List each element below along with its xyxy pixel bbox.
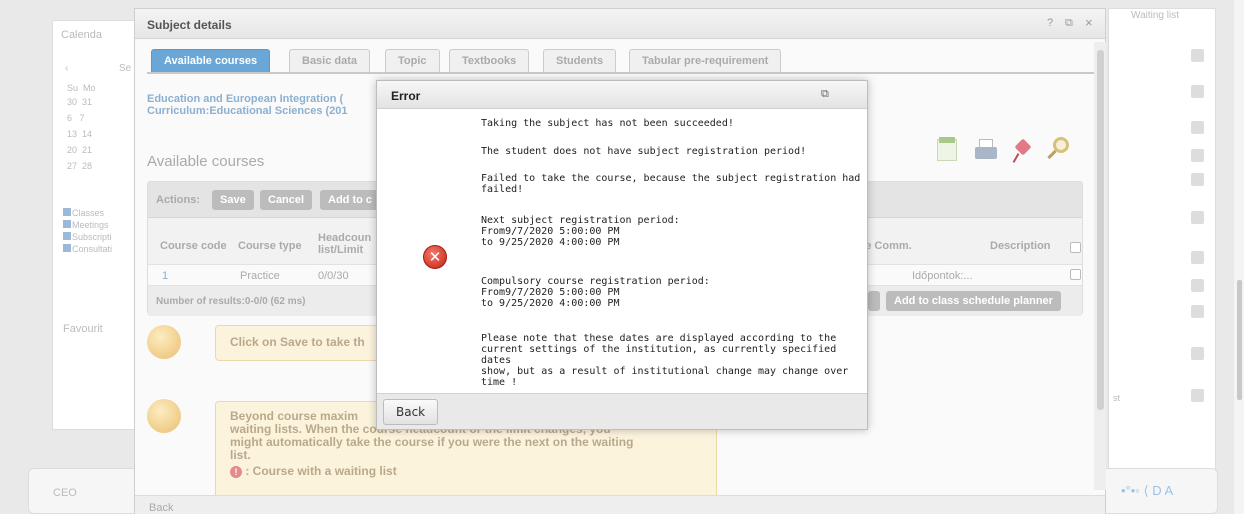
add-waiting-icon[interactable] (1191, 121, 1204, 134)
save-hint-text: Click on Save to take th (230, 335, 365, 349)
brand-logo-icon: •°•◦ ⟨ D A (1121, 483, 1174, 498)
calendar-title: Calenda (61, 29, 102, 41)
popout-icon[interactable]: ⧉ (1065, 17, 1073, 30)
calendar-prev-icon[interactable]: ‹ (65, 63, 68, 74)
calendar-weekdays: Su Mo (67, 83, 96, 93)
calendar-date-row: 6 7 (67, 113, 85, 123)
add-waiting-icon[interactable] (1191, 173, 1204, 186)
dialog-title: Subject details (147, 18, 232, 32)
subject-info: Education and European Integration ( Cur… (147, 93, 348, 117)
site-comm-cell: Időpontok:... (912, 270, 973, 282)
add-waiting-icon[interactable] (1191, 389, 1204, 402)
waiting-list-header: Waiting list (1131, 10, 1179, 21)
add-waiting-icon[interactable] (1191, 85, 1204, 98)
col-description[interactable]: Description (990, 240, 1051, 252)
print-icon[interactable] (973, 135, 999, 165)
filter-subscriptions[interactable]: Subscripti (63, 231, 112, 243)
dialog-footer: Back (135, 495, 1105, 514)
waiting-list-icon: ! (230, 466, 242, 478)
filter-meetings[interactable]: Meetings (63, 219, 112, 231)
calendar-month: Se (119, 63, 132, 74)
section-title: Available courses (147, 153, 265, 170)
hint-legend: ! : Course with a waiting list (230, 465, 702, 478)
page-scrollbar[interactable] (1234, 0, 1244, 514)
col-headcount[interactable]: Headcoun list/Limit (318, 232, 378, 256)
pin-icon[interactable] (1009, 135, 1035, 165)
course-code-link[interactable]: 1 (162, 270, 168, 282)
search-icon[interactable] (1045, 135, 1071, 165)
row-checkbox[interactable] (1070, 269, 1081, 280)
add-waiting-icon[interactable] (1191, 305, 1204, 318)
right-side-label: st (1113, 393, 1121, 403)
error-message: Failed to take the course, because the s… (481, 173, 861, 195)
course-type-cell: Practice (240, 270, 280, 282)
calendar-date-row: 27 28 (67, 161, 93, 171)
result-count: Number of results:0-0/0 (62 ms) (156, 296, 306, 307)
cancel-button[interactable]: Cancel (260, 190, 313, 210)
error-message: Please note that these dates are display… (481, 333, 849, 388)
actions-label: Actions: (156, 194, 200, 206)
tab-tabular-pre-requirement[interactable]: Tabular pre-requirement (629, 49, 782, 73)
subject-name: Education and European Integration ( (147, 93, 344, 105)
popout-icon[interactable]: ⧉ (821, 88, 829, 101)
calendar-date-row: 20 21 (67, 145, 93, 155)
filter-consultations[interactable]: Consultati (63, 243, 112, 255)
dialog-scrollbar-thumb[interactable] (1097, 50, 1104, 410)
error-modal-footer: Back (377, 393, 867, 429)
headcount-cell: 0/0/30 (318, 270, 349, 282)
bottom-left-label: CEO (53, 487, 77, 499)
add-to-button[interactable]: Add to c (320, 190, 378, 210)
help-icon[interactable]: ? (1047, 17, 1053, 29)
add-to-schedule-planner-button[interactable]: Add to class schedule planner (886, 291, 1061, 311)
calendar-panel: Calenda Se ‹ Su Mo 30 31 6 7 13 14 20 21… (52, 20, 138, 430)
error-message: Compulsory course registration period: F… (481, 276, 710, 309)
grid-footer-button[interactable] (868, 291, 880, 311)
error-message: The student does not have subject regist… (481, 146, 807, 157)
tab-topic[interactable]: Topic (385, 49, 440, 73)
tab-textbooks[interactable]: Textbooks (449, 49, 530, 73)
add-waiting-icon[interactable] (1191, 211, 1204, 224)
error-icon: ✕ (423, 245, 447, 269)
waiting-list-legend-text: : Course with a waiting list (245, 464, 397, 478)
smiley-icon (147, 325, 181, 359)
dialog-header: Subject details ? ⧉ × (135, 9, 1105, 39)
add-waiting-icon[interactable] (1191, 49, 1204, 62)
error-message: Taking the subject has not been succeede… (481, 118, 734, 129)
add-waiting-icon[interactable] (1191, 149, 1204, 162)
calendar-date-row: 13 14 (67, 129, 93, 139)
filter-classes[interactable]: Classes (63, 207, 112, 219)
col-course-code[interactable]: Course code (160, 240, 227, 252)
calendar-filters: Classes Meetings Subscripti Consultati (63, 207, 112, 255)
hint-line: list. (230, 448, 251, 462)
error-modal: Error ⧉ ✕ Taking the subject has not bee… (376, 80, 868, 430)
favourites-title: Favourit (63, 323, 103, 335)
dialog-back-button[interactable]: Back (149, 502, 173, 514)
error-modal-title: Error (391, 89, 421, 103)
col-course-type[interactable]: Course type (238, 240, 302, 252)
tab-underline (147, 72, 1095, 74)
tab-students[interactable]: Students (543, 49, 617, 73)
smiley-icon (147, 399, 181, 433)
select-all-checkbox[interactable] (1070, 242, 1081, 253)
error-x-glyph: ✕ (428, 248, 442, 266)
waiting-list-panel: Waiting list st (1108, 8, 1216, 478)
error-message: Next subject registration period: From9/… (481, 215, 680, 248)
error-modal-header: Error ⧉ (377, 81, 867, 109)
tab-available-courses[interactable]: Available courses (151, 49, 271, 73)
save-button[interactable]: Save (212, 190, 254, 210)
curriculum-name: Curriculum:Educational Sciences (201 (147, 105, 348, 117)
back-button[interactable]: Back (383, 399, 439, 425)
add-waiting-icon[interactable] (1191, 279, 1204, 292)
export-xls-icon[interactable] (935, 135, 961, 165)
add-waiting-icon[interactable] (1191, 347, 1204, 360)
calendar-date-row: 30 31 (67, 97, 93, 107)
add-waiting-icon[interactable] (1191, 251, 1204, 264)
tab-basic-data[interactable]: Basic data (289, 49, 371, 73)
hint-line: might automatically take the course if y… (230, 435, 634, 449)
page-scrollbar-thumb[interactable] (1237, 280, 1242, 400)
close-icon[interactable]: × (1085, 15, 1093, 30)
